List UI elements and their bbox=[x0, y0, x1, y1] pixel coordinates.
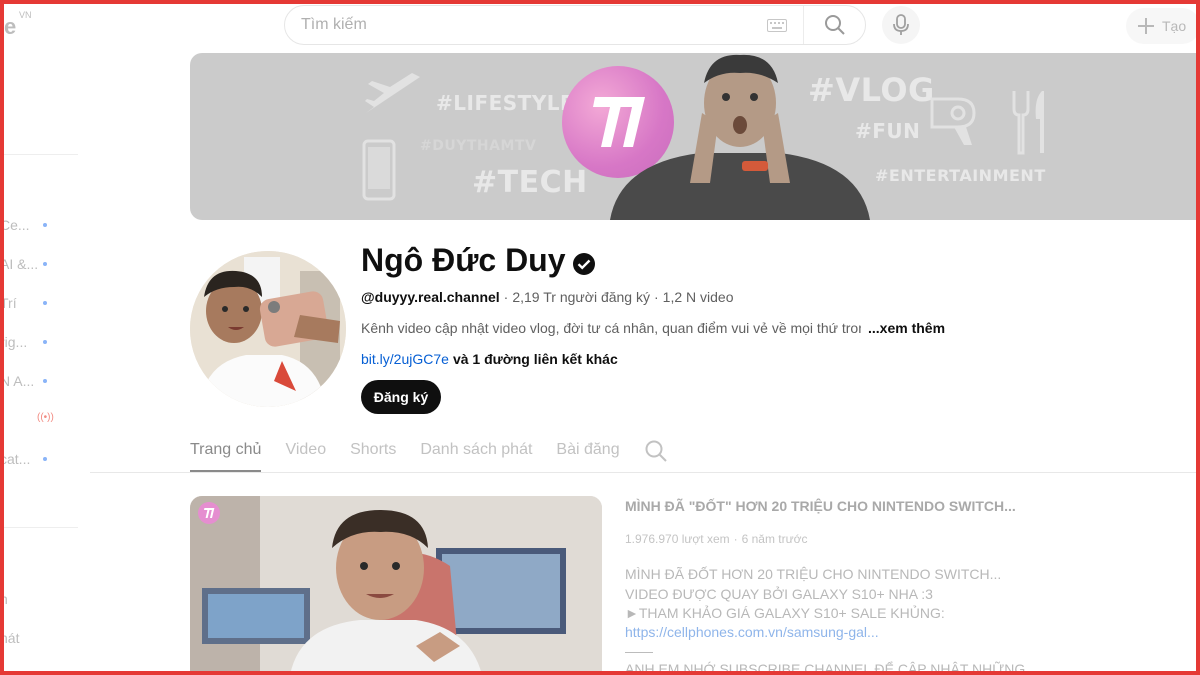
subscribe-button[interactable]: Đăng ký bbox=[361, 380, 441, 414]
channel-tabs: Trang chủ Video Shorts Danh sách phát Bà… bbox=[190, 438, 668, 472]
search-input[interactable] bbox=[285, 6, 767, 44]
sidebar: Ce... AI &... Trí rig... N A... ((•)) ca… bbox=[0, 50, 90, 675]
avatar-image bbox=[190, 251, 346, 407]
upload-age: 6 năm trước bbox=[741, 532, 808, 546]
tabs-divider bbox=[90, 472, 1200, 473]
sidebar-item[interactable]: AI &... bbox=[0, 256, 60, 272]
video-description-line: ►THAM KHẢO GIÁ GALAXY S10+ SALE KHỦNG: bbox=[625, 605, 945, 621]
voice-search-button[interactable] bbox=[882, 6, 920, 44]
sidebar-divider bbox=[4, 154, 78, 155]
logo-region: VN bbox=[19, 10, 32, 20]
featured-video-thumbnail[interactable] bbox=[190, 496, 602, 675]
featured-video-stats: 1.976.970 lượt xem · 6 năm trước bbox=[625, 532, 808, 546]
airplane-icon bbox=[365, 73, 420, 113]
sidebar-item[interactable]: cat... bbox=[0, 451, 60, 467]
banner-tag: #TECH bbox=[472, 165, 588, 200]
microphone-icon bbox=[893, 14, 909, 35]
sidebar-divider bbox=[4, 527, 78, 528]
more-links-button[interactable]: và 1 đường liên kết khác bbox=[453, 351, 618, 367]
thumbnail-image bbox=[190, 496, 602, 675]
sidebar-item[interactable]: hát bbox=[0, 630, 60, 646]
video-description-line: MÌNH ĐÃ ĐỐT HƠN 20 TRIỆU CHO NINTENDO SW… bbox=[625, 566, 1002, 582]
banner-tag: #DUYTHAMTV bbox=[420, 138, 537, 154]
search-icon bbox=[824, 15, 845, 35]
channel-banner: #LIFESTYLE #DUYTHAMTV #TECH #VLOG #FUN #… bbox=[190, 53, 1200, 220]
new-content-dot bbox=[43, 223, 47, 227]
search-button[interactable] bbox=[803, 6, 865, 44]
meta-separator: · bbox=[733, 532, 738, 546]
tab-videos[interactable]: Video bbox=[285, 438, 326, 472]
create-button[interactable]: Tạo bbox=[1126, 8, 1200, 44]
view-count: 1.976.970 lượt xem bbox=[625, 532, 730, 546]
hair-dryer-icon bbox=[930, 97, 976, 145]
meta-separator: · bbox=[503, 289, 509, 305]
cutlery-icon bbox=[1012, 91, 1044, 155]
youtube-logo-fragment[interactable]: e bbox=[4, 14, 16, 40]
tab-home[interactable]: Trang chủ bbox=[190, 438, 262, 472]
banner-tag: #ENTERTAINMENT bbox=[875, 166, 1046, 185]
new-content-dot bbox=[43, 262, 47, 266]
sidebar-item[interactable]: N A... bbox=[0, 373, 60, 389]
search-box bbox=[284, 5, 866, 45]
smartphone-icon bbox=[362, 139, 396, 201]
verified-badge-icon bbox=[573, 253, 595, 275]
new-content-dot bbox=[43, 379, 47, 383]
banner-tag: #VLOG bbox=[808, 71, 935, 109]
live-icon: ((•)) bbox=[37, 412, 54, 423]
channel-external-link[interactable]: bit.ly/2ujGC7e bbox=[361, 351, 449, 367]
tab-playlists[interactable]: Danh sách phát bbox=[420, 438, 532, 472]
channel-handle[interactable]: @duyyy.real.channel bbox=[361, 289, 500, 305]
sidebar-item[interactable]: Ce... bbox=[0, 217, 60, 233]
new-content-dot bbox=[43, 340, 47, 344]
channel-description[interactable]: Kênh video cập nhật video vlog, đời tư c… bbox=[361, 320, 861, 336]
sidebar-item[interactable]: n bbox=[0, 591, 60, 607]
create-label: Tạo bbox=[1162, 18, 1187, 34]
tab-posts[interactable]: Bài đăng bbox=[556, 438, 619, 472]
channel-avatar[interactable] bbox=[190, 251, 346, 407]
video-count: 1,2 N video bbox=[662, 289, 734, 305]
keyboard-icon[interactable] bbox=[767, 18, 787, 32]
video-description-link[interactable]: https://cellphones.com.vn/samsung-gal... bbox=[625, 624, 879, 640]
channel-links: bit.ly/2ujGC7e và 1 đường liên kết khác bbox=[361, 351, 618, 367]
sidebar-item[interactable]: Trí bbox=[0, 295, 60, 311]
video-description-line: VIDEO ĐƯỢC QUAY BỞI GALAXY S10+ NHA :3 bbox=[625, 586, 933, 602]
banner-tag: #LIFESTYLE bbox=[436, 91, 575, 115]
video-description-separator: —— bbox=[625, 643, 653, 659]
new-content-dot bbox=[43, 301, 47, 305]
banner-tag: #FUN bbox=[855, 119, 921, 143]
video-description-line: ANH EM NHỚ SUBSCRIBE CHANNEL ĐỂ CẬP NHẬT… bbox=[625, 661, 1026, 675]
channel-search-icon[interactable] bbox=[644, 439, 668, 463]
sidebar-item[interactable]: rig... bbox=[0, 334, 60, 350]
meta-separator: · bbox=[653, 289, 659, 305]
channel-name: Ngô Đức Duy bbox=[361, 242, 566, 278]
subscriber-count: 2,19 Tr người đăng ký bbox=[512, 289, 650, 305]
tab-shorts[interactable]: Shorts bbox=[350, 438, 396, 472]
plus-icon bbox=[1138, 18, 1154, 34]
channel-badge-icon bbox=[198, 502, 220, 524]
new-content-dot bbox=[43, 457, 47, 461]
featured-video-title[interactable]: MÌNH ĐÃ "ĐỐT" HƠN 20 TRIỆU CHO NINTENDO … bbox=[625, 498, 1016, 514]
channel-meta: @duyyy.real.channel · 2,19 Tr người đăng… bbox=[361, 289, 733, 305]
show-more-link[interactable]: ...xem thêm bbox=[868, 320, 945, 336]
